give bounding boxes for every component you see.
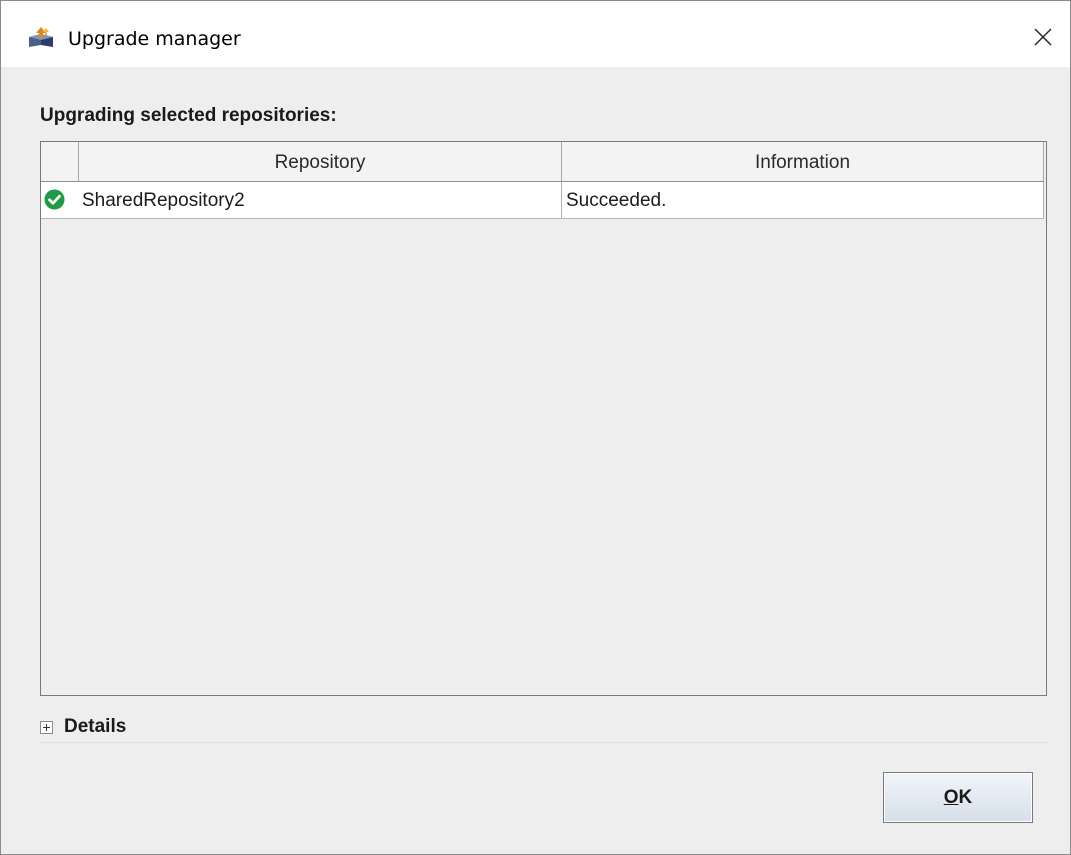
- repository-cell: SharedRepository2: [79, 182, 562, 218]
- ok-mnemonic: O: [943, 787, 959, 808]
- upgrade-manager-dialog: Upgrade manager Upgrading selected repos…: [0, 0, 1071, 855]
- status-cell: [41, 182, 79, 218]
- close-button[interactable]: [1023, 18, 1063, 56]
- table-row[interactable]: SharedRepository2 Succeeded.: [41, 182, 1044, 219]
- details-separator: [40, 742, 1047, 743]
- column-header-information[interactable]: Information: [562, 142, 1044, 181]
- section-heading: Upgrading selected repositories:: [40, 105, 337, 126]
- ok-label-rest: K: [958, 787, 973, 808]
- plus-box-icon[interactable]: [40, 721, 53, 734]
- close-icon: [1034, 28, 1052, 46]
- details-label[interactable]: Details: [64, 716, 126, 738]
- upgrade-manager-icon: [27, 25, 57, 49]
- information-cell: Succeeded.: [562, 182, 1044, 218]
- table-header: Repository Information: [41, 142, 1044, 182]
- repository-table[interactable]: Repository Information SharedRepository2…: [40, 141, 1047, 696]
- title-bar[interactable]: Upgrade manager: [1, 1, 1070, 67]
- success-check-icon: [44, 189, 65, 210]
- column-header-status[interactable]: [41, 142, 79, 181]
- column-header-repository[interactable]: Repository: [79, 142, 562, 181]
- ok-button[interactable]: OK: [883, 772, 1033, 823]
- window-title: Upgrade manager: [68, 28, 241, 50]
